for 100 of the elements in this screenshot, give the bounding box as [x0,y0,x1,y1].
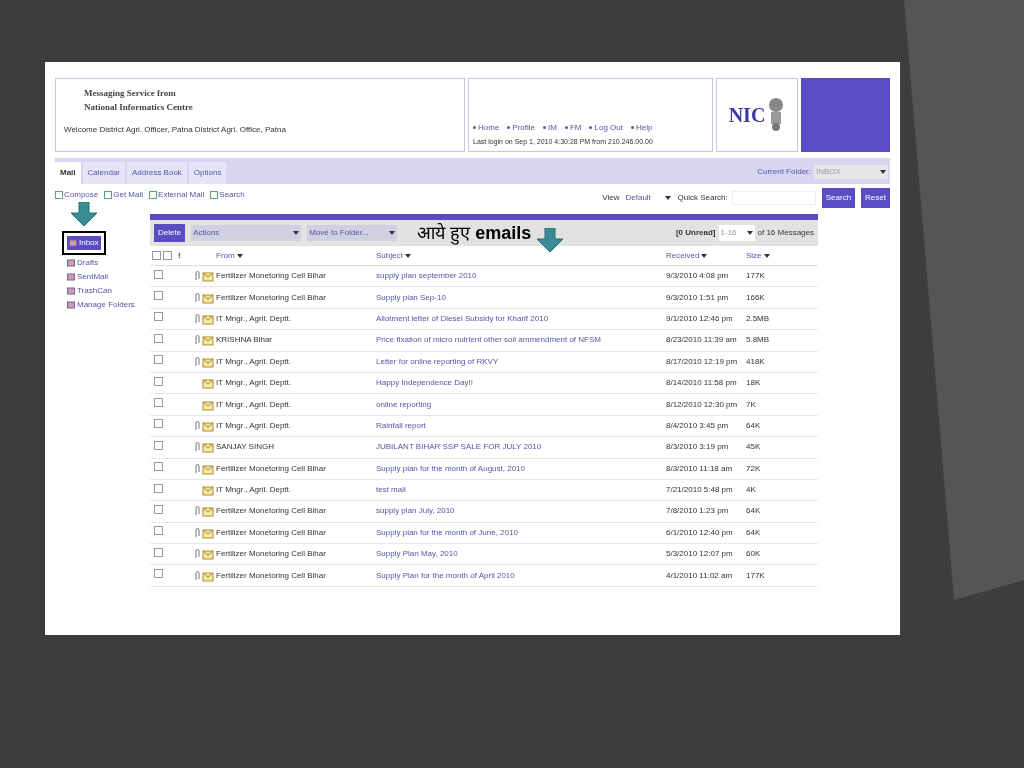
envelope-icon [202,270,214,283]
column-header[interactable]: Size [746,249,770,262]
date-cell-text: 5/3/2010 12:07 pm [666,548,734,561]
subject-link[interactable]: test mail [376,484,666,497]
header-checkbox[interactable] [163,251,172,260]
checkbox[interactable] [154,291,163,301]
caret-icon [389,231,396,235]
column-header[interactable]: From [216,249,243,262]
message-count: of 16 Messages [757,227,814,239]
message-row[interactable]: IT Mngr., Agril. Deptt. test mail 7/21/2010 5:48 pm 4K [150,479,818,502]
actions-select[interactable]: Actions [191,225,302,241]
checkbox[interactable] [154,526,163,536]
message-row[interactable]: SANJAY SINGH JUBILANT BIHAR SSP SALE FOR JULY 2010 8/3/2010 3:19 pm 45K [150,437,818,459]
form-button[interactable]: Reset [861,188,890,208]
subject-link[interactable]: Supply Plan for the month of April 2010 [376,569,666,582]
sender-cell-text: IT Mngr., Agril. Deptt. [216,419,292,432]
message-row[interactable]: Fertilizer Monetoring Cell Bihar Supply plan Sep-10 9/3/2010 1:51 pm 166K [150,287,818,309]
checkbox[interactable] [154,462,163,472]
message-row[interactable]: Fertilizer Monetoring Cell Bihar Supply plan for the month of June, 2010 6/1/2010 12:40 pm 64K [150,522,818,545]
date-cell-text: 4/1/2010 11:02 am [666,569,734,582]
subject-link[interactable]: Supply plan for the month of August, 2010 [376,462,666,475]
subject-link[interactable]: Rainfall report [376,419,666,432]
message-row[interactable]: Fertilizer Monetoring Cell Bihar Supply plan for the month of August, 2010 8/3/2010 11:18 am 72K [150,458,818,480]
message-row[interactable]: Fertilizer Monetoring Cell Bihar supply plan september 2010 9/3/2010 4:08 pm 177K [150,266,818,288]
toolbar-link[interactable]: Search [210,189,245,201]
envelope-icon [202,377,214,390]
checkbox[interactable] [154,547,163,557]
header-checkbox[interactable] [152,251,161,260]
folder-item[interactable]: SentMail [67,270,109,284]
subject-link[interactable]: Supply plan Sep-10 [376,291,666,304]
folder-item[interactable]: Drafts [67,256,99,270]
message-row[interactable]: Fertilizer Monetoring Cell Bihar Supply Plan for the month of April 2010 4/1/2010 11:02 am 177K [150,565,818,587]
checkbox[interactable] [154,505,163,514]
folder-item[interactable]: Inbox [67,236,101,250]
message-row[interactable]: IT Mngr., Agril. Deptt. Happy Independence Day!! 8/14/2010 11:58 pm 18K [150,372,818,395]
date-cell-text: 6/1/2010 12:40 pm [666,526,734,539]
header-link[interactable]: Help [630,121,653,134]
checkbox[interactable] [154,569,163,579]
tab[interactable]: Calendar [82,162,126,184]
sender-cell-text: SANJAY SINGH [216,441,275,454]
date-cell-text: 8/14/2010 11:58 pm [666,377,738,390]
subject-link[interactable]: Price fixation of micro nutrient other soil ammendment of NFSM [376,334,666,347]
checkbox[interactable] [154,269,163,279]
message-row[interactable]: IT Mngr., Agril. Deptt. Letter for online reporting of RKVY 8/17/2010 12:19 pm 418K [150,351,818,373]
header-link[interactable]: IM [543,121,557,134]
sender-cell-text: Fertilizer Monetoring Cell Bihar [216,270,327,283]
delete-button[interactable]: Delete [154,224,186,242]
header-link[interactable]: Home [473,121,500,134]
checkbox[interactable] [154,483,163,493]
move-select[interactable]: Move to Folder... [307,225,398,241]
subject-link[interactable]: Allotment letter of Diesel Subsidy for Kharif 2010 [376,312,666,325]
tab[interactable]: Address Book [127,162,187,184]
caret-icon [665,196,672,200]
message-row[interactable]: Fertilizer Monetoring Cell Bihar Supply Plan May, 2010 5/3/2010 12:07 pm 60K [150,544,818,566]
message-row[interactable]: Fertilizer Monetoring Cell Bihar supply plan July, 2010 7/8/2010 1:23 pm 64K [150,501,818,523]
toolbar-link[interactable]: Compose [55,189,99,201]
header-link[interactable]: Profile [507,121,536,134]
checkbox[interactable] [154,440,163,450]
sender-cell-text: KRISHNA Bihar [216,334,274,347]
message-row[interactable]: KRISHNA Bihar Price fixation of micro nutrient other soil ammendment of NFSM 8/23/2010 11:39 am 5.8MB [150,330,818,352]
sender-cell-text: Fertilizer Monetoring Cell Bihar [216,291,327,304]
column-header[interactable]: Received [666,249,708,262]
arrow-down-icon [71,202,97,226]
subject-link[interactable]: Happy Independence Day!! [376,377,666,390]
checkbox[interactable] [154,398,163,408]
tab[interactable]: Mail [55,162,81,184]
subject-link[interactable]: online reporting [376,398,666,411]
checkbox[interactable] [154,355,163,365]
header-link[interactable]: FM [564,121,582,134]
subject-link[interactable]: Supply plan for the month of June, 2010 [376,526,666,539]
form-button[interactable]: Search [821,188,856,208]
subject-link[interactable]: supply plan July, 2010 [376,505,666,518]
priority-header[interactable]: ! [178,249,188,262]
date-cell-text: 8/17/2010 12:19 pm [666,355,739,368]
sender-cell-text: Fertilizer Monetoring Cell Bihar [216,505,327,518]
subject-link[interactable]: JUBILANT BIHAR SSP SALE FOR JULY 2010 [376,441,666,454]
header-link[interactable]: Log Out [589,121,623,134]
column-header[interactable]: Subject [376,249,411,262]
message-row[interactable]: IT Mngr., Agril. Deptt. Allotment letter of Diesel Subsidy for Kharif 2010 9/1/2010 12:46 pm 2.5MB [150,308,818,331]
folder-item[interactable]: Manage Folders [67,298,135,312]
message-row[interactable]: IT Mngr., Agril. Deptt. online reporting 8/12/2010 12:30 pm 7K [150,394,818,416]
size-cell: 60K [746,548,761,561]
toolbar-link[interactable]: Get Mail [104,189,144,201]
checkbox[interactable] [154,419,163,429]
service-title: National Informatics Centre [83,100,194,114]
subject-link[interactable]: Supply Plan May, 2010 [376,548,666,561]
date-cell-text: 8/3/2010 11:18 am [666,462,734,475]
toolbar-link[interactable]: External Mail [149,189,205,201]
subject-link[interactable]: supply plan september 2010 [376,270,666,283]
quick-search-label: Quick Search: [677,192,728,204]
caret-icon [236,253,243,258]
message-row[interactable]: IT Mngr., Agril. Deptt. Rainfall report 8/4/2010 3:45 pm 64K [150,415,818,438]
size-cell: 4K [746,484,756,497]
envelope-icon [202,355,214,368]
checkbox[interactable] [154,376,163,386]
tab[interactable]: Options [188,162,227,184]
folder-item[interactable]: TrashCan [67,284,112,298]
subject-link[interactable]: Letter for online reporting of RKVY [376,355,666,368]
checkbox[interactable] [154,333,163,343]
checkbox[interactable] [154,312,163,322]
